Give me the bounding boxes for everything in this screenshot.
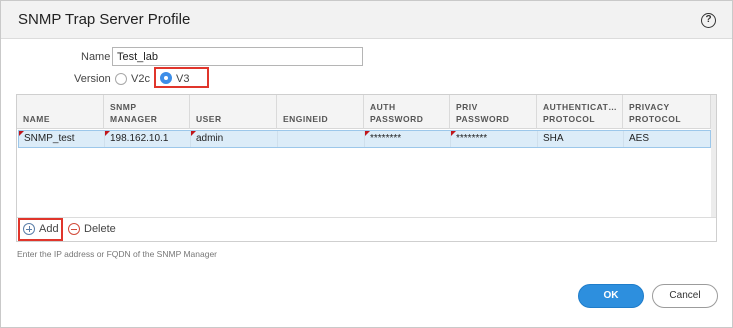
required-marker-icon	[105, 131, 110, 136]
version-v3-radio[interactable]	[160, 72, 172, 84]
version-v2c-radio[interactable]	[115, 73, 127, 85]
column-header-user[interactable]: USER	[190, 95, 277, 129]
header-user-label: USER	[196, 114, 222, 124]
cell-user-text: admin	[196, 133, 224, 144]
cell-auth-password-text: ********	[370, 133, 402, 144]
cell-name-text: SNMP_test	[24, 133, 75, 144]
cell-privacy-protocol[interactable]: AES	[624, 131, 710, 147]
header-snmp-label: SNMP	[110, 102, 137, 112]
required-marker-icon	[19, 131, 24, 136]
version-label: Version	[74, 73, 111, 85]
cell-authentication-protocol[interactable]: SHA	[538, 131, 624, 147]
header-engineid-label: ENGINEID	[283, 114, 329, 124]
table-toolbar: Add Delete	[17, 217, 716, 241]
table-row[interactable]: SNMP_test 198.162.10.1 admin ******** **…	[18, 130, 711, 148]
header-privacy-protocol-label: PROTOCOL	[629, 114, 682, 124]
cell-snmp-manager[interactable]: 198.162.10.1	[105, 131, 191, 147]
version-v2c-label: V2c	[131, 73, 150, 85]
help-hint-text: Enter the IP address or FQDN of the SNMP…	[17, 249, 217, 259]
header-manager-label: MANAGER	[110, 114, 158, 124]
cell-auth-protocol-text: SHA	[543, 133, 564, 144]
header-priv-password-label: PASSWORD	[456, 114, 510, 124]
cell-name[interactable]: SNMP_test	[19, 131, 105, 147]
help-icon[interactable]: ?	[701, 13, 716, 28]
table-scrollbar[interactable]	[711, 95, 716, 217]
ok-button[interactable]: OK	[578, 284, 644, 308]
header-priv-label: PRIV	[456, 102, 478, 112]
dialog-title: SNMP Trap Server Profile	[18, 11, 191, 28]
required-marker-icon	[365, 131, 370, 136]
header-name-label: NAME	[23, 114, 51, 124]
cell-snmp-manager-text: 198.162.10.1	[110, 133, 169, 144]
snmp-managers-table: NAME SNMP MANAGER USER ENGINEID AUTH PAS…	[16, 94, 717, 242]
column-header-auth-password[interactable]: AUTH PASSWORD	[364, 95, 450, 129]
cell-user[interactable]: admin	[191, 131, 278, 147]
column-header-privacy-protocol[interactable]: PRIVACY PROTOCOL	[623, 95, 711, 129]
snmp-trap-server-profile-dialog: SNMP Trap Server Profile ? Name Version …	[0, 0, 733, 328]
header-auth-password-label: PASSWORD	[370, 114, 424, 124]
column-header-priv-password[interactable]: PRIV PASSWORD	[450, 95, 537, 129]
cell-privacy-protocol-text: AES	[629, 133, 650, 144]
name-label: Name	[81, 51, 111, 63]
column-header-engineid[interactable]: ENGINEID	[277, 95, 364, 129]
cancel-button[interactable]: Cancel	[652, 284, 718, 308]
header-auth-label: AUTH	[370, 102, 396, 112]
header-authenticat-label: AUTHENTICAT…	[543, 102, 618, 112]
name-input[interactable]	[112, 47, 363, 66]
cell-auth-password[interactable]: ********	[365, 131, 451, 147]
column-header-authentication-protocol[interactable]: AUTHENTICAT… PROTOCOL	[537, 95, 623, 129]
delete-label: Delete	[84, 223, 116, 235]
dialog-titlebar: SNMP Trap Server Profile ?	[1, 1, 732, 39]
delete-button[interactable]: Delete	[68, 218, 116, 240]
add-highlight-box	[18, 218, 63, 241]
cell-engineid[interactable]	[278, 131, 365, 147]
required-marker-icon	[191, 131, 196, 136]
cell-priv-password[interactable]: ********	[451, 131, 538, 147]
minus-circle-icon	[68, 223, 80, 235]
cell-priv-password-text: ********	[456, 133, 488, 144]
column-header-name[interactable]: NAME	[17, 95, 104, 129]
table-header: NAME SNMP MANAGER USER ENGINEID AUTH PAS…	[17, 95, 716, 129]
required-marker-icon	[451, 131, 456, 136]
header-privacy-label: PRIVACY	[629, 102, 670, 112]
header-auth-protocol-label: PROTOCOL	[543, 114, 596, 124]
version-v3-label: V3	[176, 73, 190, 85]
column-header-snmp-manager[interactable]: SNMP MANAGER	[104, 95, 190, 129]
